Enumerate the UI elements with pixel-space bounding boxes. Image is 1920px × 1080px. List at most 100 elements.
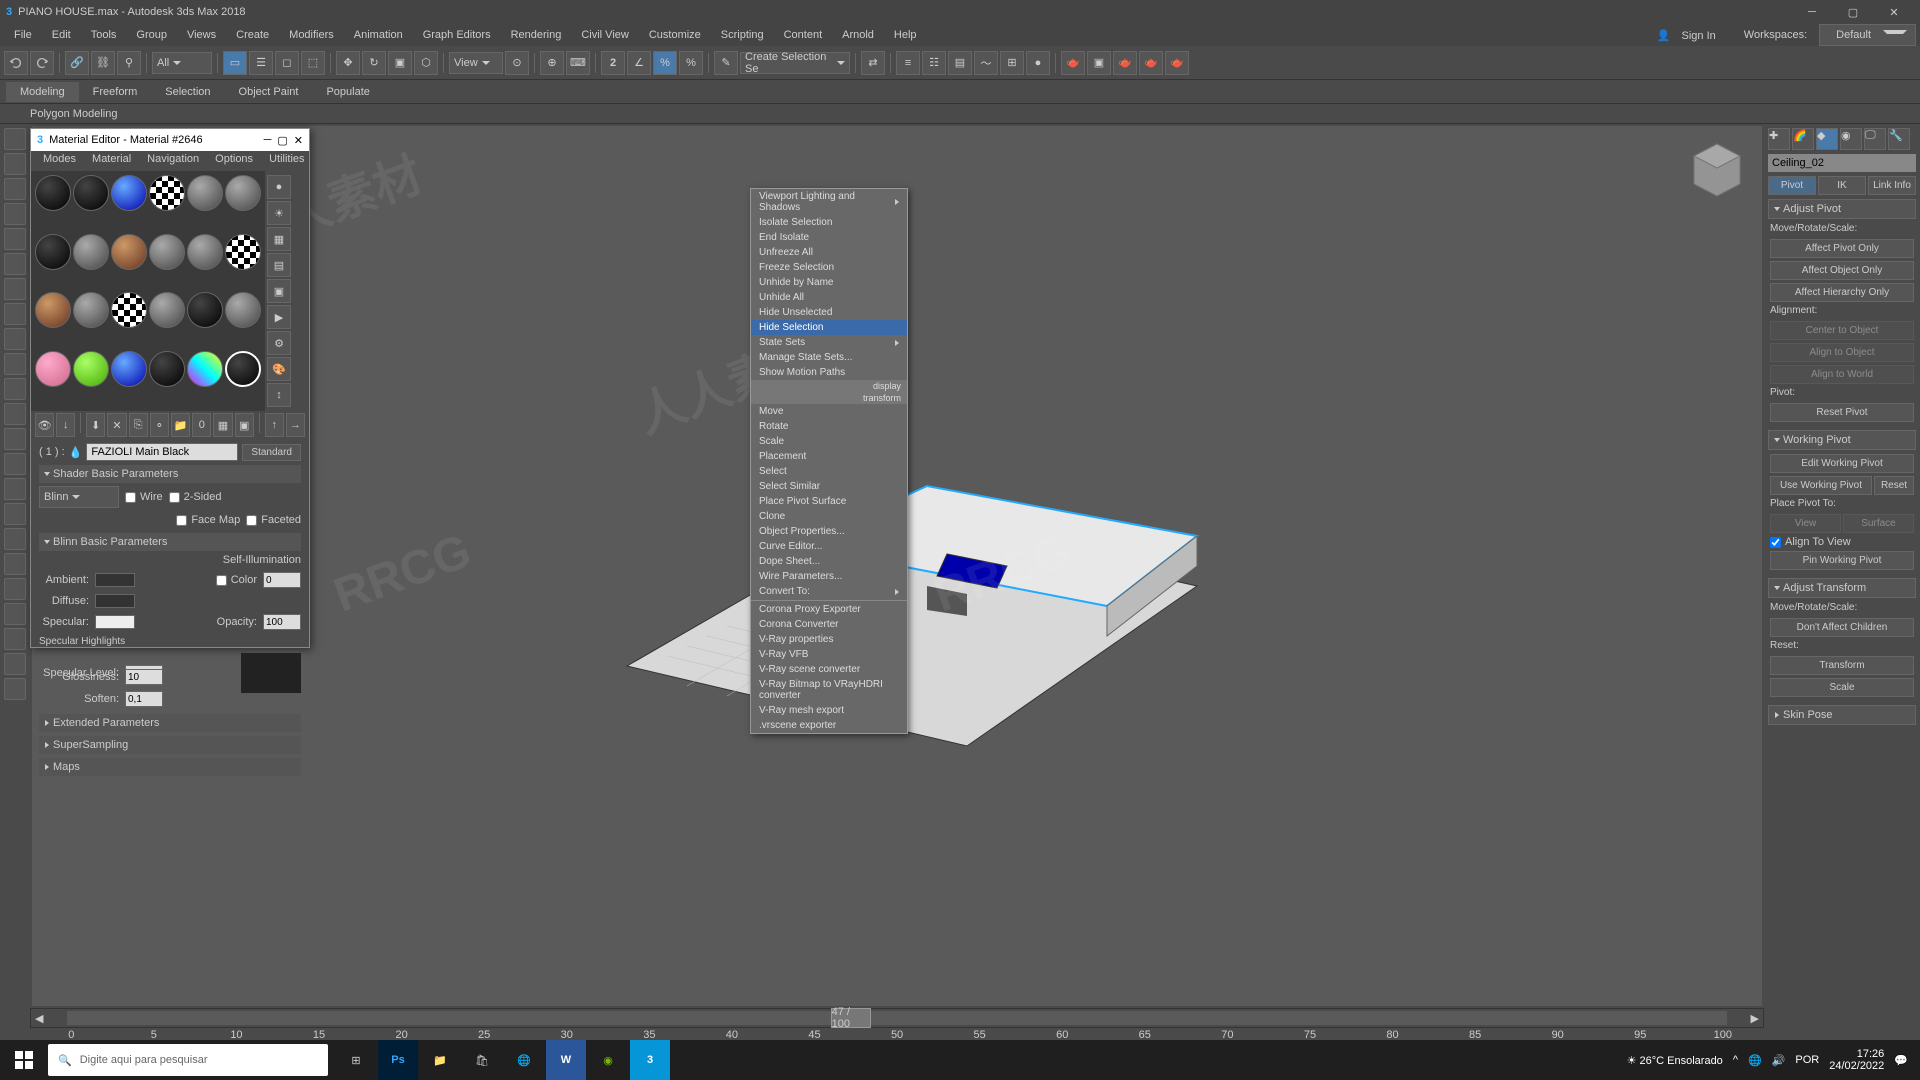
material-slot[interactable] <box>111 234 147 270</box>
tab-modeling[interactable]: Modeling <box>6 82 79 102</box>
maps-header[interactable]: Maps <box>39 758 301 776</box>
left-tool-19[interactable] <box>4 578 26 600</box>
me-options[interactable]: ⚙ <box>267 331 291 355</box>
ctx-select[interactable]: Select <box>751 464 907 479</box>
material-editor-window[interactable]: 3 Material Editor - Material #2646 ─ ▢ ✕… <box>30 128 310 648</box>
material-editor-button[interactable]: ● <box>1026 51 1050 75</box>
snap-toggle-button[interactable]: 2 <box>601 51 625 75</box>
rendered-frame-button[interactable]: ▣ <box>1087 51 1111 75</box>
facemap-checkbox[interactable]: Face Map <box>176 514 240 526</box>
me-show-map[interactable]: ▦ <box>213 413 232 437</box>
ctx-show-motion-paths[interactable]: Show Motion Paths <box>751 365 907 380</box>
manipulate-button[interactable]: ⊕ <box>540 51 564 75</box>
material-slot[interactable] <box>225 175 261 211</box>
left-tool-10[interactable] <box>4 353 26 375</box>
extended-params-header[interactable]: Extended Parameters <box>39 714 301 732</box>
time-prev-button[interactable]: ◀ <box>31 1012 47 1025</box>
menu-rendering[interactable]: Rendering <box>501 26 572 44</box>
material-slot[interactable] <box>73 292 109 328</box>
menu-create[interactable]: Create <box>226 26 279 44</box>
align-to-object-button[interactable]: Align to Object <box>1770 343 1914 362</box>
left-tool-9[interactable] <box>4 328 26 350</box>
pin-working-pivot-button[interactable]: Pin Working Pivot <box>1770 551 1914 570</box>
material-slot[interactable] <box>35 292 71 328</box>
ctx-manage-state-sets[interactable]: Manage State Sets... <box>751 350 907 365</box>
hierarchy-tab-button[interactable]: ◆ <box>1816 128 1838 150</box>
ctx-vray-properties[interactable]: V-Ray properties <box>751 632 907 647</box>
align-to-view-checkbox[interactable]: Align To View <box>1770 536 1914 548</box>
reset-pivot-button[interactable]: Reset Pivot <box>1770 403 1914 422</box>
left-tool-18[interactable] <box>4 553 26 575</box>
material-slot[interactable] <box>111 175 147 211</box>
ctx-vray-scene-converter[interactable]: V-Ray scene converter <box>751 662 907 677</box>
tab-freeform[interactable]: Freeform <box>79 82 152 102</box>
skin-pose-rollout-header[interactable]: Skin Pose <box>1768 705 1916 725</box>
viewcube-icon[interactable] <box>1682 136 1752 206</box>
link-info-tab[interactable]: Link Info <box>1868 176 1916 195</box>
spinner-snap-button[interactable]: % <box>679 51 703 75</box>
ctx-corona-converter[interactable]: Corona Converter <box>751 617 907 632</box>
edit-named-sel-button[interactable]: ✎ <box>714 51 738 75</box>
pivot-tab[interactable]: Pivot <box>1768 176 1816 195</box>
me-menu-navigation[interactable]: Navigation <box>139 151 207 171</box>
modify-tab-button[interactable]: 🌈 <box>1792 128 1814 150</box>
ribbon-sub-polygon-modeling[interactable]: Polygon Modeling <box>20 106 127 122</box>
ctx-select-similar[interactable]: Select Similar <box>751 479 907 494</box>
select-region-rect-button[interactable]: ◻ <box>275 51 299 75</box>
ctx-rotate[interactable]: Rotate <box>751 419 907 434</box>
word-taskbar-icon[interactable]: W <box>546 1040 586 1080</box>
quad-context-menu[interactable]: Viewport Lighting and Shadows Isolate Se… <box>750 188 908 734</box>
signin-button[interactable]: 👤 Sign In <box>1649 26 1732 45</box>
render-setup-button[interactable]: 🫖 <box>1061 51 1085 75</box>
ctx-unhide-all[interactable]: Unhide All <box>751 290 907 305</box>
ctx-vray-mesh-export[interactable]: V-Ray mesh export <box>751 703 907 718</box>
twosided-checkbox[interactable]: 2-Sided <box>169 491 222 503</box>
left-tool-13[interactable] <box>4 428 26 450</box>
photoshop-taskbar-icon[interactable]: Ps <box>378 1040 418 1080</box>
material-slot[interactable] <box>35 175 71 211</box>
percent-snap-button[interactable]: % <box>653 51 677 75</box>
me-reset-map[interactable]: ✕ <box>107 413 126 437</box>
redo-button[interactable] <box>30 51 54 75</box>
material-slot[interactable] <box>225 234 261 270</box>
material-type-button[interactable]: Standard <box>242 444 301 461</box>
minimize-button[interactable]: ─ <box>1792 1 1832 23</box>
place-pivot-view-button[interactable]: View <box>1770 514 1841 533</box>
left-tool-6[interactable] <box>4 253 26 275</box>
unlink-button[interactable]: ⛓ <box>91 51 115 75</box>
material-editor-close[interactable]: ✕ <box>294 134 303 147</box>
me-preview[interactable]: ▶ <box>267 305 291 329</box>
shader-dropdown[interactable]: Blinn <box>39 486 119 508</box>
me-mtl-id[interactable]: 0 <box>192 413 211 437</box>
ctx-corona-proxy[interactable]: Corona Proxy Exporter <box>751 602 907 617</box>
link-button[interactable]: 🔗 <box>65 51 89 75</box>
workspace-dropdown[interactable]: Default <box>1819 24 1916 46</box>
working-pivot-reset-button[interactable]: Reset <box>1874 476 1914 495</box>
material-slot[interactable] <box>149 175 185 211</box>
ctx-clone[interactable]: Clone <box>751 509 907 524</box>
material-slot[interactable] <box>187 351 223 387</box>
time-slider-thumb[interactable]: 47 / 100 <box>831 1008 871 1028</box>
material-name-field[interactable] <box>86 443 238 461</box>
close-button[interactable]: ✕ <box>1874 1 1914 23</box>
ctx-place-pivot-surface[interactable]: Place Pivot Surface <box>751 494 907 509</box>
selfillum-color-checkbox[interactable]: Color <box>216 574 257 586</box>
ctx-vrscene-exporter[interactable]: .vrscene exporter <box>751 718 907 733</box>
menu-file[interactable]: File <box>4 26 42 44</box>
menu-customize[interactable]: Customize <box>639 26 711 44</box>
rotate-button[interactable]: ↻ <box>362 51 386 75</box>
ctx-state-sets[interactable]: State Sets <box>751 335 907 350</box>
task-view-button[interactable]: ⊞ <box>336 1040 376 1080</box>
me-select-by-mat[interactable]: 🎨 <box>267 357 291 381</box>
material-slot[interactable] <box>111 292 147 328</box>
store-taskbar-icon[interactable]: 🛍 <box>462 1040 502 1080</box>
me-put-scene[interactable]: ↓ <box>56 413 75 437</box>
ctx-vray-bitmap-hdri[interactable]: V-Ray Bitmap to VRayHDRI converter <box>751 677 907 703</box>
angle-snap-button[interactable]: ∠ <box>627 51 651 75</box>
align-to-world-button[interactable]: Align to World <box>1770 365 1914 384</box>
left-tool-21[interactable] <box>4 628 26 650</box>
ctx-unhide-by-name[interactable]: Unhide by Name <box>751 275 907 290</box>
left-tool-11[interactable] <box>4 378 26 400</box>
ctx-end-isolate[interactable]: End Isolate <box>751 230 907 245</box>
select-window-button[interactable]: ⬚ <box>301 51 325 75</box>
